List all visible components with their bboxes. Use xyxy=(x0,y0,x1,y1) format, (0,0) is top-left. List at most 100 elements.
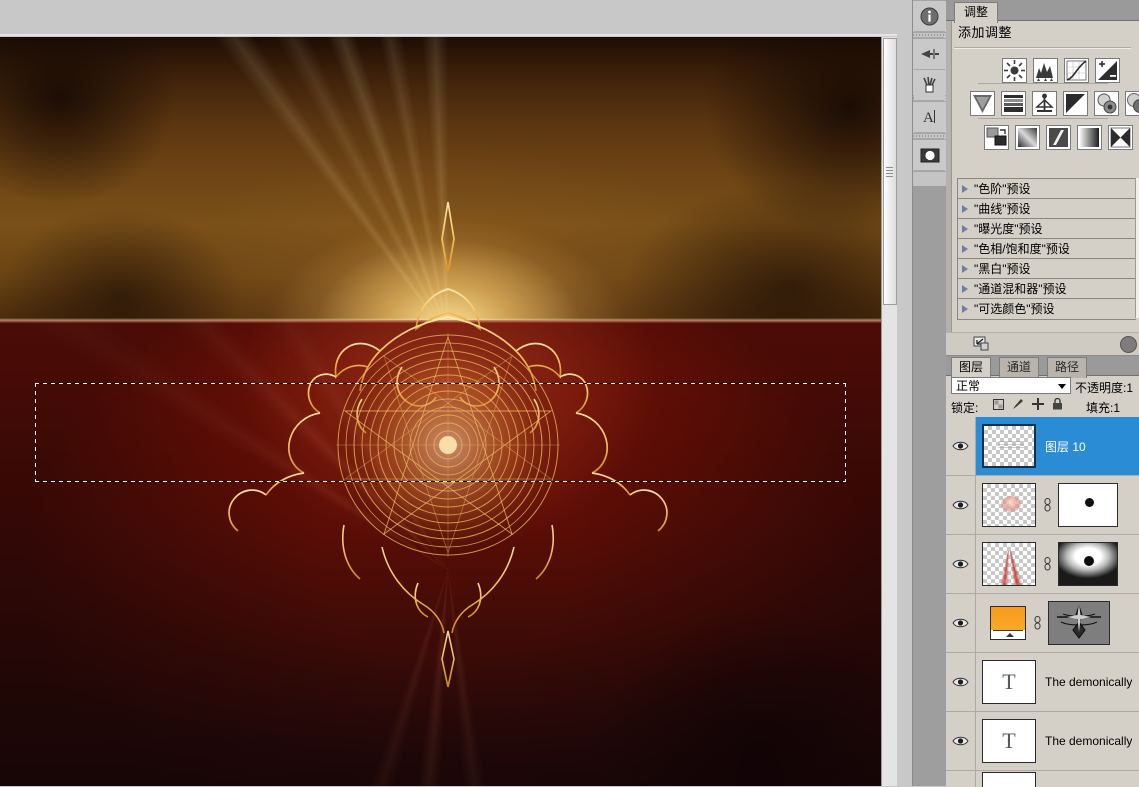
invert-icon[interactable] xyxy=(984,125,1009,150)
layer-mask-thumbnail[interactable] xyxy=(1058,483,1118,527)
canvas-vertical-scrollbar[interactable] xyxy=(881,37,897,786)
adjustment-presets-list[interactable]: "色阶"预设 "曲线"预设 "曝光度"预设 "色相/饱和度"预设 "黑白"预设 … xyxy=(957,178,1136,320)
preset-item[interactable]: "色相/饱和度"预设 xyxy=(958,239,1136,259)
preset-item[interactable]: "黑白"预设 xyxy=(958,259,1136,279)
table-row[interactable]: 图层 10 xyxy=(946,417,1139,476)
table-row[interactable] xyxy=(946,535,1139,594)
threshold-icon[interactable] xyxy=(1046,125,1071,150)
table-row[interactable]: T The demonically xyxy=(946,712,1139,771)
layer-name[interactable]: The demonically xyxy=(1045,675,1132,689)
preset-item[interactable]: "色阶"预设 xyxy=(958,179,1136,199)
brightness-contrast-icon[interactable] xyxy=(1002,58,1027,83)
layer-list[interactable]: 图层 10 xyxy=(946,417,1139,787)
layers-panel: 图层 通道 路径 正常 不透明度:1 锁定: xyxy=(946,355,1139,787)
layer-mask-thumbnail[interactable] xyxy=(1058,542,1118,586)
preset-item[interactable]: "通道混和器"预设 xyxy=(958,279,1136,299)
lock-transparent-pixels-icon[interactable] xyxy=(993,399,1004,413)
tab-layers[interactable]: 图层 xyxy=(951,357,991,378)
mask-icon[interactable] xyxy=(914,140,945,171)
layer-mask-link-icon[interactable] xyxy=(1031,612,1044,634)
character-icon[interactable]: A xyxy=(914,102,945,133)
adjustment-row-3[interactable] xyxy=(946,123,1139,152)
preset-item[interactable]: "曲线"预设 xyxy=(958,199,1136,219)
layer-mask-link-icon[interactable] xyxy=(1041,494,1054,516)
layer-mask-thumbnail[interactable] xyxy=(1048,601,1110,645)
layer-thumbnail[interactable] xyxy=(982,772,1036,787)
canvas-top-gap xyxy=(0,0,897,36)
lock-all-icon[interactable] xyxy=(1052,398,1063,413)
layer-visibility-toggle[interactable] xyxy=(946,535,976,593)
posterize-icon[interactable] xyxy=(1015,125,1040,150)
adjustment-row-1[interactable] xyxy=(946,56,1139,85)
chevron-right-icon xyxy=(962,305,968,313)
adjustment-icon-rows[interactable] xyxy=(946,56,1139,152)
adjustments-footer[interactable] xyxy=(946,332,1139,355)
rectangular-marquee-selection[interactable] xyxy=(35,383,846,482)
layer-visibility-toggle[interactable] xyxy=(946,653,976,711)
layer-name[interactable]: The demonically xyxy=(1045,734,1132,748)
black-white-icon[interactable] xyxy=(1063,91,1088,116)
layer-thumbnail-type[interactable]: T xyxy=(982,719,1036,763)
hue-saturation-icon[interactable] xyxy=(1001,91,1026,116)
opacity-label: 不透明度:1 xyxy=(1075,379,1133,396)
layer-visibility-toggle[interactable] xyxy=(946,594,976,652)
dock-empty-area xyxy=(913,186,946,786)
photo-filter-icon[interactable] xyxy=(1094,91,1119,116)
layers-tabbar[interactable]: 图层 通道 路径 xyxy=(946,356,1139,376)
table-row[interactable] xyxy=(946,476,1139,535)
chevron-right-icon xyxy=(962,285,968,293)
panel-left-rail xyxy=(946,0,952,355)
right-panel-column: 调整 添加调整 xyxy=(946,0,1139,786)
layer-visibility-toggle[interactable] xyxy=(946,476,976,534)
info-icon[interactable] xyxy=(914,1,945,32)
blend-mode-row[interactable]: 正常 不透明度:1 xyxy=(946,376,1139,395)
table-row[interactable] xyxy=(946,771,1139,787)
photoshop-window: A 调整 添加调整 xyxy=(0,0,1139,786)
color-adjust-icon[interactable] xyxy=(914,39,945,70)
layer-thumbnail[interactable] xyxy=(982,542,1036,586)
layer-visibility-toggle[interactable] xyxy=(946,712,976,770)
table-row[interactable]: T The demonically xyxy=(946,653,1139,712)
table-row[interactable] xyxy=(946,594,1139,653)
layer-mask-link-icon[interactable] xyxy=(1041,553,1054,575)
lock-row[interactable]: 锁定: 填充:1 xyxy=(946,396,1139,415)
channel-mixer-icon[interactable] xyxy=(1125,91,1139,116)
adjustment-row-2[interactable] xyxy=(946,89,1139,118)
layer-visibility-toggle[interactable] xyxy=(946,771,976,787)
brush-preset-icon[interactable] xyxy=(914,70,945,100)
layer-visibility-toggle[interactable] xyxy=(946,417,976,475)
vibrance-icon[interactable] xyxy=(970,91,995,116)
lock-image-pixels-icon[interactable] xyxy=(1012,398,1024,413)
canvas-scrollbar-thumb[interactable] xyxy=(883,38,897,305)
gradient-map-icon[interactable] xyxy=(1077,125,1102,150)
preset-item[interactable]: "可选颜色"预设 xyxy=(958,299,1136,318)
layer-thumbnail[interactable] xyxy=(982,483,1036,527)
chevron-right-icon xyxy=(962,245,968,253)
selective-color-icon[interactable] xyxy=(1108,125,1133,150)
artboard-canvas[interactable] xyxy=(0,37,897,786)
layer-thumbnail[interactable] xyxy=(990,606,1026,640)
document-area[interactable] xyxy=(0,0,897,786)
lock-position-icon[interactable] xyxy=(1032,398,1044,413)
layer-thumbnail[interactable] xyxy=(982,424,1036,468)
curves-icon[interactable] xyxy=(1064,58,1089,83)
levels-icon[interactable] xyxy=(1033,58,1058,83)
panel-icon-dock[interactable]: A xyxy=(912,0,947,786)
selection-edge-bottom xyxy=(35,481,846,482)
adjustments-tabbar: 调整 xyxy=(946,0,1139,21)
selection-edge-top xyxy=(35,383,846,384)
layer-name[interactable]: 图层 10 xyxy=(1045,438,1086,455)
presets-scrollbar[interactable] xyxy=(1135,178,1139,318)
blend-mode-select[interactable]: 正常 xyxy=(951,377,1071,394)
color-balance-icon[interactable] xyxy=(1032,91,1057,116)
tab-adjustments[interactable]: 调整 xyxy=(954,2,998,23)
preset-item[interactable]: "曝光度"预设 xyxy=(958,219,1136,239)
tab-paths[interactable]: 路径 xyxy=(1047,357,1087,378)
layer-thumbnail-type[interactable]: T xyxy=(982,660,1036,704)
panel-menu-icon[interactable] xyxy=(1120,336,1137,353)
lock-icon-group[interactable] xyxy=(993,398,1063,413)
fill-label: 填充:1 xyxy=(1086,399,1120,416)
return-to-adjustment-list-icon[interactable] xyxy=(972,336,993,352)
exposure-icon[interactable] xyxy=(1095,58,1120,83)
tab-channels[interactable]: 通道 xyxy=(999,357,1039,378)
